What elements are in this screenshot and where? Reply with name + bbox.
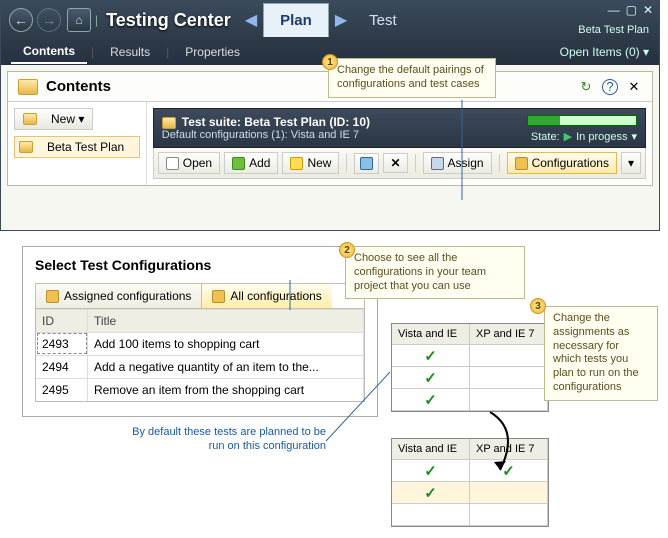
new-icon bbox=[290, 157, 303, 170]
grid-cell[interactable]: ✓ bbox=[392, 482, 470, 504]
state-label: State: bbox=[531, 131, 560, 143]
grid-cell[interactable] bbox=[470, 345, 548, 367]
suite-toolbar: Open Add New ✕ Assign Configurations ▾ bbox=[153, 148, 646, 179]
new-dropdown[interactable]: New ▾ bbox=[14, 108, 93, 130]
subtab-properties[interactable]: Properties bbox=[173, 41, 252, 63]
grid-cell[interactable] bbox=[470, 389, 548, 411]
copy-icon bbox=[360, 157, 373, 170]
configurations-icon bbox=[515, 157, 528, 170]
minimize-icon[interactable]: — bbox=[608, 3, 620, 17]
col-id[interactable]: ID bbox=[36, 309, 88, 332]
tab-assigned-configs[interactable]: Assigned configurations bbox=[36, 284, 201, 308]
grid-cell[interactable] bbox=[470, 482, 548, 504]
grid-cell[interactable]: ✓ bbox=[392, 389, 470, 411]
configurations-dropdown[interactable]: ▾ bbox=[621, 152, 641, 174]
panel-close-icon[interactable]: ✕ bbox=[626, 79, 642, 95]
suite-header: Test suite: Beta Test Plan (ID: 10) Defa… bbox=[153, 108, 646, 148]
grid-col-vista: Vista and IE bbox=[392, 324, 470, 345]
back-button[interactable]: ← bbox=[9, 8, 33, 32]
subtab-results[interactable]: Results bbox=[98, 41, 162, 63]
close-icon[interactable]: ✕ bbox=[643, 3, 653, 17]
refresh-icon[interactable]: ↻ bbox=[578, 79, 594, 95]
tab-right-arrow[interactable]: ▶ bbox=[329, 10, 353, 30]
tab-all-configs[interactable]: All configurations bbox=[201, 284, 331, 308]
help-icon[interactable]: ? bbox=[602, 79, 618, 95]
grid-cell[interactable] bbox=[470, 367, 548, 389]
folder-icon bbox=[18, 79, 38, 95]
home-button[interactable]: ⌂ bbox=[67, 8, 91, 32]
check-icon: ✓ bbox=[424, 369, 437, 387]
open-button[interactable]: Open bbox=[158, 152, 220, 174]
tree-pane: New ▾ Beta Test Plan bbox=[8, 102, 147, 185]
callout-2: Choose to see all the configurations in … bbox=[345, 246, 525, 299]
assign-button[interactable]: Assign bbox=[423, 152, 492, 174]
folder-icon bbox=[23, 113, 37, 125]
check-icon: ✓ bbox=[424, 347, 437, 365]
table-row[interactable]: 2495 Remove an item from the shopping ca… bbox=[36, 378, 364, 401]
grid-col-xp: XP and IE 7 bbox=[470, 439, 548, 460]
grid-cell[interactable] bbox=[470, 504, 548, 526]
delete-icon: ✕ bbox=[390, 156, 400, 170]
check-icon: ✓ bbox=[424, 484, 437, 502]
table-row[interactable]: 2493 Add 100 items to shopping cart bbox=[36, 332, 364, 355]
tree-item-root[interactable]: Beta Test Plan bbox=[14, 136, 140, 158]
config-icon bbox=[212, 290, 225, 303]
maximize-icon[interactable]: ▢ bbox=[626, 3, 637, 17]
config-icon bbox=[46, 290, 59, 303]
badge-2: 2 bbox=[339, 242, 355, 258]
check-icon: ✓ bbox=[502, 462, 515, 480]
tab-plan[interactable]: Plan bbox=[263, 3, 329, 37]
folder-icon bbox=[19, 141, 33, 153]
play-icon: ▶ bbox=[564, 130, 572, 143]
tab-left-arrow[interactable]: ◀ bbox=[239, 10, 263, 30]
badge-1: 1 bbox=[322, 54, 338, 70]
app-window: ← → ⌂ | Testing Center ◀ Plan ▶ Test — ▢… bbox=[0, 0, 660, 231]
folder-icon bbox=[162, 117, 176, 129]
contents-title: Contents bbox=[46, 78, 111, 95]
footnote: By default these tests are planned to be… bbox=[116, 426, 326, 454]
current-plan-label: Beta Test Plan bbox=[578, 24, 649, 36]
open-items-dropdown[interactable]: Open Items (0) ▾ bbox=[560, 45, 649, 59]
grid-cell[interactable]: ✓ bbox=[392, 367, 470, 389]
delete-button[interactable]: ✕ bbox=[383, 153, 407, 173]
select-config-title: Select Test Configurations bbox=[35, 257, 365, 273]
window-controls: — ▢ ✕ bbox=[608, 3, 653, 17]
check-icon: ✓ bbox=[424, 391, 437, 409]
table-row[interactable]: 2494 Add a negative quantity of an item … bbox=[36, 355, 364, 378]
forward-button[interactable]: → bbox=[37, 8, 61, 32]
state-dropdown-icon[interactable]: ▾ bbox=[631, 130, 637, 143]
grid-col-vista: Vista and IE bbox=[392, 439, 470, 460]
state-value[interactable]: In progess bbox=[576, 131, 627, 143]
check-icon: ✓ bbox=[424, 462, 437, 480]
assign-icon bbox=[431, 157, 444, 170]
config-grid-after: Vista and IEXP and IE 7 ✓ ✓ ✓ bbox=[391, 438, 549, 527]
copy-button[interactable] bbox=[354, 153, 379, 174]
tab-test[interactable]: Test bbox=[353, 4, 413, 37]
grid-col-xp: XP and IE 7 bbox=[470, 324, 548, 345]
grid-cell[interactable]: ✓ bbox=[470, 460, 548, 482]
add-icon bbox=[232, 157, 245, 170]
callout-1: Change the default pairings of configura… bbox=[328, 58, 496, 98]
col-title[interactable]: Title bbox=[88, 309, 364, 332]
badge-3: 3 bbox=[530, 298, 546, 314]
open-icon bbox=[166, 157, 179, 170]
grid-cell[interactable] bbox=[392, 504, 470, 526]
tests-table: ID Title 2493 Add 100 items to shopping … bbox=[35, 309, 365, 402]
grid-cell[interactable]: ✓ bbox=[392, 460, 470, 482]
add-button[interactable]: Add bbox=[224, 152, 278, 174]
title-bar: ← → ⌂ | Testing Center ◀ Plan ▶ Test — ▢… bbox=[1, 1, 659, 39]
configurations-button[interactable]: Configurations bbox=[507, 152, 617, 174]
grid-cell[interactable]: ✓ bbox=[392, 345, 470, 367]
select-configurations-panel: Select Test Configurations Assigned conf… bbox=[22, 246, 378, 417]
callout-3: Change the assignments as necessary for … bbox=[544, 306, 658, 401]
config-grid-before: Vista and IEXP and IE 7 ✓ ✓ ✓ bbox=[391, 323, 549, 412]
progress-bar bbox=[527, 115, 637, 126]
subtab-contents[interactable]: Contents bbox=[11, 40, 87, 64]
app-title: Testing Center bbox=[106, 10, 231, 31]
new-button[interactable]: New bbox=[282, 152, 339, 174]
